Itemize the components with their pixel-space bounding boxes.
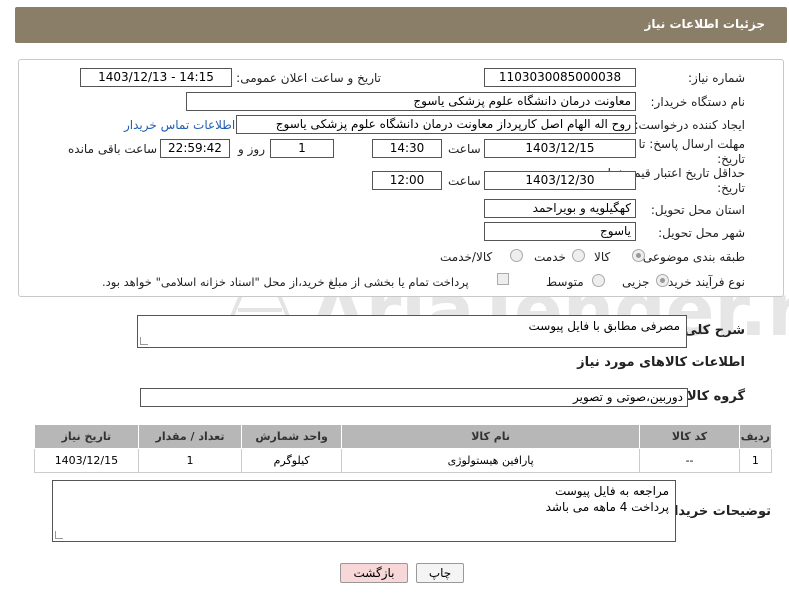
validity-time-label: ساعت <box>448 174 481 188</box>
col-header-need-date: تاریخ نیاز <box>34 424 139 449</box>
days-label: روز و <box>238 142 265 156</box>
process-label: نوع فرآیند خرید : <box>660 275 745 289</box>
col-header-row-num: ردیف <box>738 424 773 449</box>
contact-buyer-link[interactable]: اطلاعات تماس خریدار <box>124 118 235 132</box>
cell-quantity: 1 <box>137 448 243 473</box>
category-label: طبقه بندی موضوعی: <box>638 250 745 264</box>
creator-label: ایجاد کننده درخواست: <box>634 118 745 132</box>
payment-note: پرداخت تمام یا بخشی از مبلغ خرید،از محل … <box>102 275 469 289</box>
page-header: جزئیات اطلاعات نیاز <box>15 7 787 43</box>
buyer-notes-label: توضیحات خریدار: <box>661 504 771 519</box>
col-header-name: نام کالا <box>340 424 641 449</box>
category-option-goods-service: کالا/خدمت <box>440 250 493 264</box>
page-title: جزئیات اطلاعات نیاز <box>644 17 765 31</box>
payment-checkbox[interactable] <box>497 273 509 285</box>
province-field: کهگیلویه و بویراحمد <box>484 199 636 218</box>
items-table: ردیف کد کالا نام کالا واحد شمارش تعداد /… <box>34 424 773 473</box>
deadline-label: مهلت ارسال پاسخ: تا <box>638 137 745 151</box>
remaining-time-field: 22:59:42 <box>160 139 230 158</box>
deadline-time-label: ساعت <box>448 142 481 156</box>
col-header-code: کد کالا <box>639 424 740 449</box>
cell-code: -- <box>639 448 740 473</box>
col-header-unit: واحد شمارش <box>241 424 342 449</box>
validity-date-field: 1403/12/30 <box>484 171 636 190</box>
need-number-label: شماره نیاز: <box>688 71 745 85</box>
deadline-label-date: تاریخ: <box>717 152 745 166</box>
process-radio-medium[interactable] <box>592 274 605 287</box>
category-option-goods: کالا <box>594 250 611 264</box>
remaining-label: ساعت باقی مانده <box>68 142 158 156</box>
announce-field: 1403/12/13 - 14:15 <box>80 68 232 87</box>
goods-group-label: گروه کالا: <box>681 389 745 404</box>
process-radio-minor[interactable] <box>656 274 669 287</box>
back-button[interactable]: بازگشت <box>340 563 408 583</box>
city-field: یاسوج <box>484 222 636 241</box>
city-label: شهر محل تحویل: <box>658 226 745 240</box>
buyer-field: معاونت درمان دانشگاه علوم پزشکی یاسوج <box>186 92 636 111</box>
validity-label-date: تاریخ: <box>717 181 745 195</box>
announce-label: تاریخ و ساعت اعلان عمومی: <box>236 71 381 85</box>
table-header-row: ردیف کد کالا نام کالا واحد شمارش تعداد /… <box>34 424 773 449</box>
process-option-minor: جزیی <box>622 275 650 289</box>
goods-group-field: دوربین،صوتی و تصویر <box>140 388 688 407</box>
cell-need-date: 1403/12/15 <box>34 448 139 473</box>
creator-field: روح اله الهام اصل کارپرداز معاونت درمان … <box>236 115 636 134</box>
category-radio-service[interactable] <box>572 249 585 262</box>
table-row: 1 -- پارافین هیستولوژی کیلوگرم 1 1403/12… <box>34 448 773 473</box>
need-number-field: 1103030085000038 <box>484 68 636 87</box>
col-header-quantity: تعداد / مقدار <box>137 424 243 449</box>
buyer-notes-field: مراجعه به فایل پیوست پرداخت 4 ماهه می با… <box>52 480 676 542</box>
deadline-time-field: 14:30 <box>372 139 442 158</box>
days-field: 1 <box>270 139 334 158</box>
process-option-medium: متوسط <box>546 275 584 289</box>
buyer-label: نام دستگاه خریدار: <box>650 95 746 109</box>
cell-row-num: 1 <box>738 448 773 473</box>
deadline-date-field: 1403/12/15 <box>484 139 636 158</box>
province-label: استان محل تحویل: <box>650 203 745 217</box>
summary-field: مصرفی مطابق با فایل پیوست <box>137 315 687 348</box>
validity-time-field: 12:00 <box>372 171 442 190</box>
cell-name: پارافین هیستولوژی <box>340 448 641 473</box>
category-option-service: خدمت <box>534 250 566 264</box>
category-radio-goods-service[interactable] <box>510 249 523 262</box>
print-button[interactable]: چاپ <box>416 563 464 583</box>
goods-section-title: اطلاعات کالاهای مورد نیاز <box>577 355 745 370</box>
cell-unit: کیلوگرم <box>241 448 342 473</box>
category-radio-goods[interactable] <box>632 249 645 262</box>
